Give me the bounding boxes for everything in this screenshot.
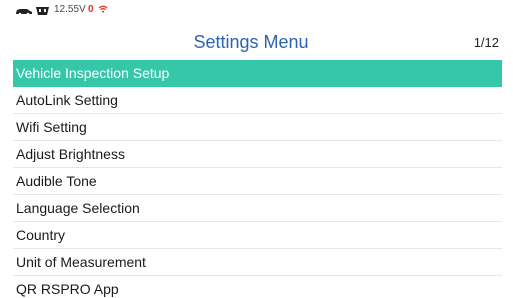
- menu-item-audible-tone[interactable]: Audible Tone: [13, 168, 502, 195]
- menu-item-vehicle-inspection-setup[interactable]: Vehicle Inspection Setup: [13, 60, 502, 87]
- car-icon: [16, 9, 32, 15]
- device-screen: 12.55V 0 Settings Menu 1/12 Vehicle Insp…: [0, 0, 513, 298]
- status-bar: 12.55V 0: [0, 0, 502, 22]
- wifi-icon: [98, 5, 108, 13]
- notification-count: 0: [88, 4, 94, 15]
- page-indicator: 1/12: [473, 35, 499, 50]
- menu-item-qr-rspro-app[interactable]: QR RSPRO App: [13, 276, 502, 298]
- screen-edge: [502, 0, 513, 298]
- settings-menu-list: Vehicle Inspection Setup AutoLink Settin…: [13, 60, 502, 298]
- page-header: Settings Menu 1/12: [0, 22, 502, 60]
- menu-item-country[interactable]: Country: [13, 222, 502, 249]
- menu-item-language-selection[interactable]: Language Selection: [13, 195, 502, 222]
- voltage-readout: 12.55V: [54, 4, 86, 15]
- obd-connector-icon: [36, 7, 49, 15]
- menu-item-adjust-brightness[interactable]: Adjust Brightness: [13, 141, 502, 168]
- menu-item-unit-of-measurement[interactable]: Unit of Measurement: [13, 249, 502, 276]
- menu-item-wifi-setting[interactable]: Wifi Setting: [13, 114, 502, 141]
- page-title: Settings Menu: [193, 32, 309, 52]
- menu-item-autolink-setting[interactable]: AutoLink Setting: [13, 87, 502, 114]
